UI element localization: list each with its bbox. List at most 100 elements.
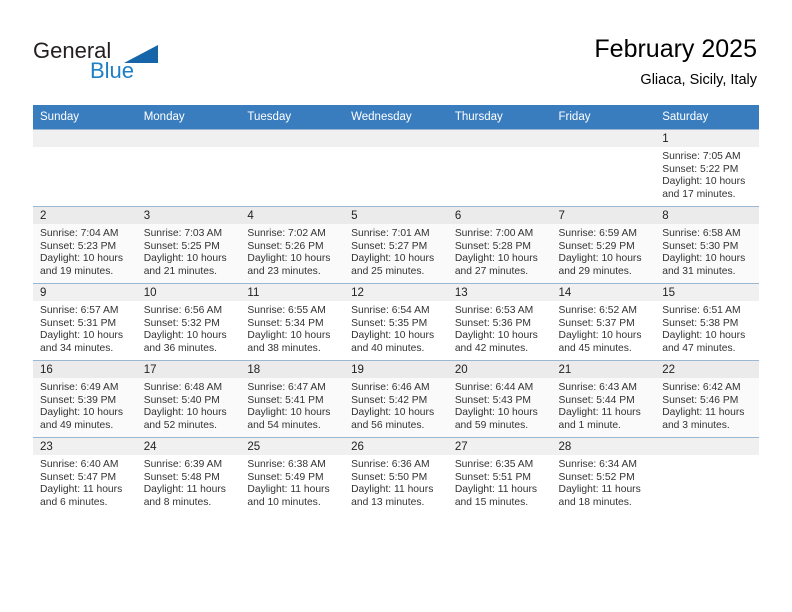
calendar-cell-day-27[interactable]: 27 Sunrise: 6:35 AM Sunset: 5:51 PM Dayligh… [447, 437, 552, 514]
day-detail-line: Daylight: 10 hours [662, 330, 746, 342]
weekday-header-sunday: Sunday [33, 105, 137, 130]
day-detail-line: and 49 minutes. [40, 419, 114, 431]
calendar-cell-day-11[interactable]: 11 Sunrise: 6:55 AM Sunset: 5:34 PM Dayligh… [240, 283, 345, 361]
day-number [551, 130, 656, 147]
calendar-cell-day-1[interactable]: 1 Sunrise: 7:05 AM Sunset: 5:22 PM Daylight… [655, 129, 759, 207]
day-number: 5 [344, 207, 448, 224]
calendar-cell-day-17[interactable]: 17 Sunrise: 6:48 AM Sunset: 5:40 PM Dayligh… [136, 360, 241, 438]
day-detail-line: Daylight: 10 hours [247, 253, 331, 265]
day-detail-line: Sunset: 5:50 PM [351, 471, 428, 483]
calendar-header-row: Sunday Monday Tuesday Wednesday Thursday Frid… [33, 105, 759, 130]
calendar-cell-day-21[interactable]: 21 Sunrise: 6:43 AM Sunset: 5:44 PM Dayligh… [551, 360, 656, 438]
calendar-cell-day-7[interactable]: 7 Sunrise: 6:59 AM Sunset: 5:29 PM Daylight… [551, 206, 656, 284]
calendar-cell-day-28[interactable]: 28 Sunrise: 6:34 AM Sunset: 5:52 PM Dayligh… [551, 437, 656, 514]
day-details [344, 147, 448, 151]
day-detail-line: Sunrise: 6:40 AM [40, 459, 119, 470]
calendar-cell-day-14[interactable]: 14 Sunrise: 6:52 AM Sunset: 5:37 PM Dayligh… [551, 283, 656, 361]
day-detail-line: and 1 minute. [558, 419, 621, 431]
day-detail-line: Sunset: 5:38 PM [662, 317, 739, 329]
day-number: 19 [344, 361, 448, 378]
day-detail-line: Sunrise: 6:46 AM [351, 382, 430, 393]
day-detail-line: Daylight: 10 hours [247, 407, 331, 419]
day-details: Sunrise: 6:35 AM Sunset: 5:51 PM Daylight:… [448, 455, 552, 509]
day-detail-line: Daylight: 11 hours [40, 484, 123, 496]
calendar-cell-day-24[interactable]: 24 Sunrise: 6:39 AM Sunset: 5:48 PM Dayligh… [136, 437, 241, 514]
day-detail-line: Daylight: 10 hours [351, 330, 435, 342]
calendar-cell-day-22[interactable]: 22 Sunrise: 6:42 AM Sunset: 5:46 PM Dayligh… [655, 360, 759, 438]
calendar-cell-day-10[interactable]: 10 Sunrise: 6:56 AM Sunset: 5:32 PM Dayligh… [136, 283, 241, 361]
day-detail-line: Sunset: 5:49 PM [247, 471, 324, 483]
day-detail-line: Daylight: 10 hours [558, 330, 642, 342]
day-detail-line: Sunset: 5:48 PM [143, 471, 220, 483]
day-detail-line: Sunrise: 6:47 AM [247, 382, 326, 393]
day-number: 18 [240, 361, 345, 378]
day-detail-line: and 25 minutes. [351, 265, 425, 277]
day-detail-line: Sunrise: 6:48 AM [143, 382, 223, 393]
day-detail-line: Sunset: 5:40 PM [143, 394, 220, 406]
day-detail-line: Sunset: 5:46 PM [662, 394, 739, 406]
day-details: Sunrise: 6:40 AM Sunset: 5:47 PM Daylight:… [33, 455, 137, 509]
day-number: 11 [240, 284, 345, 301]
day-detail-line: Sunset: 5:25 PM [143, 240, 220, 252]
day-detail-line: Sunset: 5:30 PM [662, 240, 739, 252]
day-detail-line: Daylight: 10 hours [351, 407, 435, 419]
calendar-cell-day-4[interactable]: 4 Sunrise: 7:02 AM Sunset: 5:26 PM Daylight… [240, 206, 345, 284]
day-number: 10 [136, 284, 241, 301]
calendar-cell-day-8[interactable]: 8 Sunrise: 6:58 AM Sunset: 5:30 PM Daylight… [655, 206, 759, 284]
day-detail-line: Sunrise: 6:42 AM [662, 382, 741, 393]
day-number: 2 [33, 207, 137, 224]
day-detail-line: Sunrise: 6:35 AM [454, 459, 534, 470]
day-number: 3 [136, 207, 241, 224]
calendar-cell-day-16[interactable]: 16 Sunrise: 6:49 AM Sunset: 5:39 PM Dayligh… [33, 360, 137, 438]
day-detail-line: Sunrise: 6:53 AM [454, 305, 534, 316]
calendar-cell-day-26[interactable]: 26 Sunrise: 6:36 AM Sunset: 5:50 PM Dayligh… [344, 437, 448, 514]
calendar-cell-day-19[interactable]: 19 Sunrise: 6:46 AM Sunset: 5:42 PM Dayligh… [344, 360, 448, 438]
day-detail-line: Sunrise: 7:05 AM [662, 151, 741, 162]
day-detail-line: and 31 minutes. [662, 265, 736, 277]
calendar-cell-day-2[interactable]: 2 Sunrise: 7:04 AM Sunset: 5:23 PM Daylight… [33, 206, 137, 284]
day-detail-line: Sunrise: 6:34 AM [558, 459, 637, 470]
calendar-week-row: 23 Sunrise: 6:40 AM Sunset: 5:47 PM Dayligh… [33, 437, 759, 514]
day-detail-line: and 21 minutes. [143, 265, 217, 277]
calendar-cell-day-5[interactable]: 5 Sunrise: 7:01 AM Sunset: 5:27 PM Daylight… [344, 206, 448, 284]
day-detail-line: Daylight: 10 hours [143, 407, 227, 419]
day-details: Sunrise: 6:58 AM Sunset: 5:30 PM Daylight:… [655, 224, 759, 278]
calendar-cell-day-23[interactable]: 23 Sunrise: 6:40 AM Sunset: 5:47 PM Dayligh… [33, 437, 137, 514]
calendar-cell-day-25[interactable]: 25 Sunrise: 6:38 AM Sunset: 5:49 PM Dayligh… [240, 437, 345, 514]
day-detail-line: Sunrise: 6:36 AM [351, 459, 430, 470]
calendar-cell-day-3[interactable]: 3 Sunrise: 7:03 AM Sunset: 5:25 PM Daylight… [136, 206, 241, 284]
weekday-header-thursday: Thursday [447, 105, 552, 130]
day-details [552, 147, 656, 151]
calendar-week-row: 2 Sunrise: 7:04 AM Sunset: 5:23 PM Daylight… [33, 206, 759, 284]
calendar-body: 1 Sunrise: 7:05 AM Sunset: 5:22 PM Daylight… [33, 129, 759, 514]
calendar-cell-day-15[interactable]: 15 Sunrise: 6:51 AM Sunset: 5:38 PM Dayligh… [655, 283, 759, 361]
day-number: 7 [551, 207, 656, 224]
day-details: Sunrise: 6:39 AM Sunset: 5:48 PM Daylight:… [137, 455, 241, 509]
day-detail-line: and 59 minutes. [454, 419, 529, 431]
calendar-cell-day-18[interactable]: 18 Sunrise: 6:47 AM Sunset: 5:41 PM Dayligh… [240, 360, 345, 438]
calendar-cell-empty [136, 129, 241, 207]
day-details: Sunrise: 6:42 AM Sunset: 5:46 PM Daylight:… [655, 378, 759, 432]
day-details: Sunrise: 6:48 AM Sunset: 5:40 PM Daylight:… [137, 378, 241, 432]
calendar-cell-day-6[interactable]: 6 Sunrise: 7:00 AM Sunset: 5:28 PM Daylight… [447, 206, 552, 284]
day-number: 4 [240, 207, 345, 224]
day-number [344, 130, 448, 147]
day-detail-line: and 27 minutes. [454, 265, 529, 277]
general-blue-logo[interactable]: General Blue [33, 38, 183, 86]
weekday-header-wednesday: Wednesday [344, 105, 448, 130]
day-detail-line: Sunrise: 6:56 AM [143, 305, 223, 316]
day-detail-line: Sunset: 5:44 PM [558, 394, 635, 406]
day-detail-line: and 17 minutes. [662, 188, 736, 200]
day-detail-line: and 8 minutes. [143, 496, 212, 508]
calendar-cell-day-9[interactable]: 9 Sunrise: 6:57 AM Sunset: 5:31 PM Daylight… [33, 283, 137, 361]
day-details: Sunrise: 6:44 AM Sunset: 5:43 PM Daylight:… [448, 378, 552, 432]
day-details: Sunrise: 6:38 AM Sunset: 5:49 PM Daylight:… [240, 455, 344, 509]
day-number: 24 [136, 438, 241, 455]
day-detail-line: Daylight: 11 hours [558, 407, 641, 419]
calendar-cell-day-12[interactable]: 12 Sunrise: 6:54 AM Sunset: 5:35 PM Dayligh… [344, 283, 448, 361]
weekday-header-monday: Monday [136, 105, 241, 130]
day-details: Sunrise: 6:55 AM Sunset: 5:34 PM Daylight:… [240, 301, 344, 355]
day-detail-line: Daylight: 10 hours [454, 253, 538, 265]
calendar-cell-day-20[interactable]: 20 Sunrise: 6:44 AM Sunset: 5:43 PM Dayligh… [447, 360, 552, 438]
calendar-cell-day-13[interactable]: 13 Sunrise: 6:53 AM Sunset: 5:36 PM Dayligh… [447, 283, 552, 361]
